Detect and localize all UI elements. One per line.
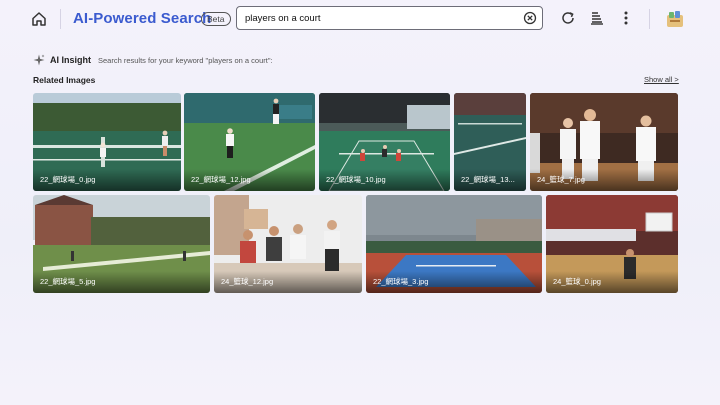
image-caption: 24_籃球_12.jpg — [221, 277, 274, 286]
home-button[interactable] — [28, 8, 50, 30]
image-caption: 22_網球場_13... — [461, 175, 515, 184]
app-avatar-icon — [667, 11, 683, 27]
search-input[interactable] — [245, 10, 515, 26]
image-caption: 22_網球場_12.jpg — [191, 175, 251, 184]
insight-text: Search results for your keyword "players… — [98, 55, 273, 65]
image-card[interactable]: 24_籃球_12.jpg — [214, 195, 362, 293]
image-card[interactable]: 22_網球場_12.jpg — [184, 93, 315, 191]
image-caption: 22_網球場_0.jpg — [40, 175, 96, 184]
image-caption: 22_網球場_3.jpg — [373, 277, 429, 286]
image-card[interactable]: 22_網球場_5.jpg — [33, 195, 210, 293]
ai-insight: AI Insight Search results for your keywo… — [33, 53, 273, 67]
search-box[interactable] — [236, 6, 543, 30]
image-card[interactable]: 24_籃球_0.jpg — [546, 195, 678, 293]
image-card[interactable]: 22_網球場_10.jpg — [319, 93, 450, 191]
show-all-link[interactable]: Show all > — [644, 75, 679, 84]
related-images-title: Related Images — [33, 75, 96, 85]
image-card[interactable]: 22_網球場_13... — [454, 93, 526, 191]
clean-button[interactable] — [587, 8, 607, 28]
image-card[interactable]: 22_網球場_3.jpg — [366, 195, 542, 293]
image-caption: 22_網球場_5.jpg — [40, 277, 96, 286]
sparkle-icon — [33, 54, 45, 66]
image-caption: 24_籃球_0.jpg — [553, 277, 601, 286]
refresh-icon — [562, 12, 574, 24]
insight-label: AI Insight — [50, 55, 91, 65]
image-card[interactable]: 24_籃球_7.jpg — [530, 93, 678, 191]
clear-circle-icon — [523, 11, 537, 25]
beta-badge: Beta — [201, 12, 231, 26]
app-title: AI-Powered Search — [73, 10, 212, 27]
clear-search-button[interactable] — [523, 11, 537, 25]
refresh-button[interactable] — [558, 8, 578, 28]
app-avatar[interactable] — [665, 9, 685, 29]
top-bar: AI-Powered Search Beta — [0, 0, 720, 38]
image-caption: 22_網球場_10.jpg — [326, 175, 386, 184]
image-caption: 24_籃球_7.jpg — [537, 175, 585, 184]
home-icon — [32, 12, 46, 26]
divider — [60, 9, 61, 29]
divider — [649, 9, 650, 29]
more-vertical-icon — [624, 11, 628, 25]
image-card[interactable]: 22_網球場_0.jpg — [33, 93, 181, 191]
clean-icon — [591, 12, 603, 25]
more-button[interactable] — [616, 8, 636, 28]
